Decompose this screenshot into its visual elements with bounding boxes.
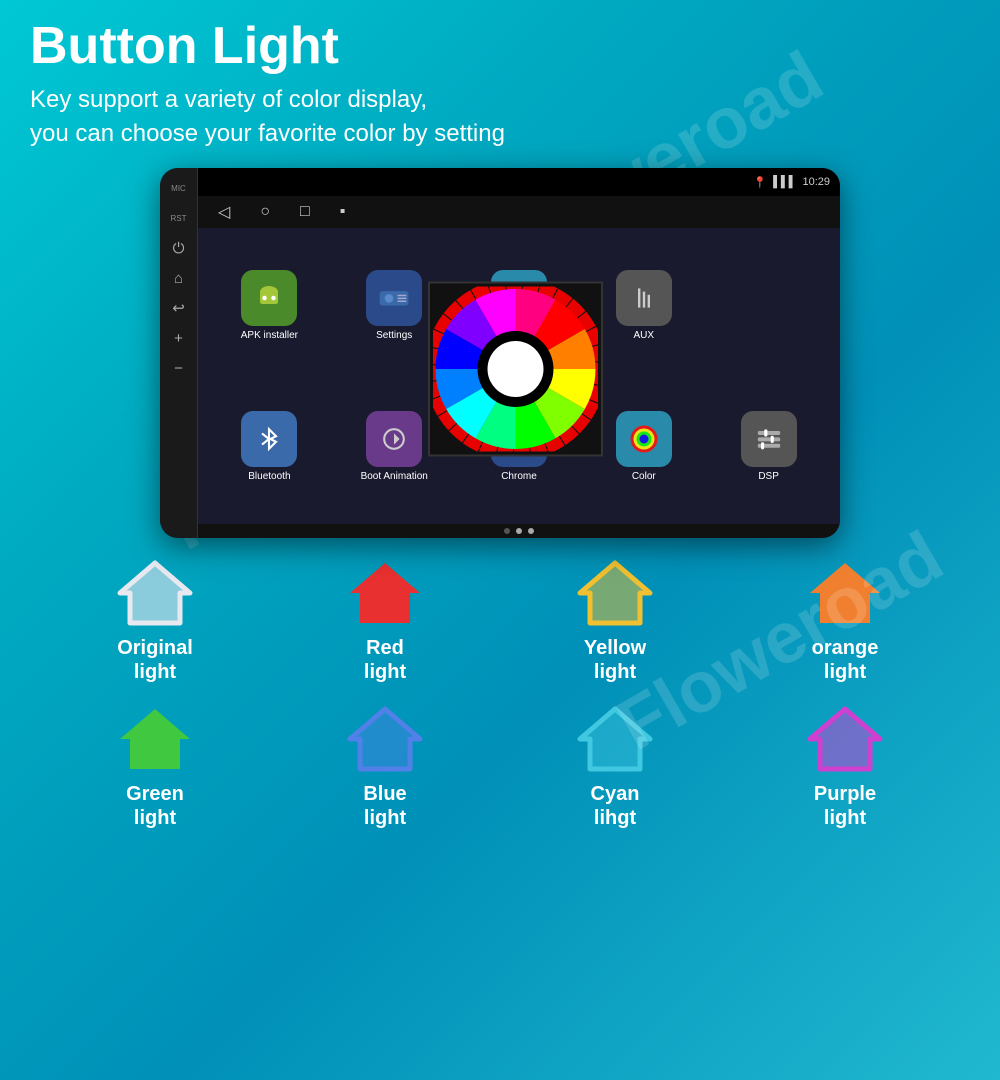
house-icon-yellow [575,558,655,628]
lights-section: Original light Redlight Yellowlight oran… [0,538,1000,840]
subtitle: Key support a variety of color display, … [30,83,970,150]
power-button[interactable]: ⏻ [169,238,189,258]
page-dots [198,524,840,538]
bluetooth-icon [241,411,297,467]
settings-label: Settings [376,330,412,341]
dot-3 [528,528,534,534]
chrome-label: Chrome [501,471,537,482]
light-original: Original light [40,558,270,684]
light-cyan: Cyanlihgt [500,704,730,830]
mic-label: MIC [169,178,189,198]
status-right: 📍 ▌▌▌ 10:29 [753,176,830,189]
original-light-label: Original light [117,636,193,684]
orange-light-label: orangelight [812,636,879,684]
screen: 📍 ▌▌▌ 10:29 ◁ ○ □ ▪ APK install [198,168,840,538]
house-icon-orange [805,558,885,628]
house-icon-green [115,704,195,774]
app-grid: APK installer Settings 360° 360° View [198,228,840,524]
signal-icon: ▌▌▌ [773,176,796,188]
cyan-light-label: Cyanlihgt [591,782,640,830]
nav-bar: ◁ ○ □ ▪ [198,196,840,228]
green-light-label: Greenlight [126,782,184,830]
settings-icon [366,270,422,326]
subtitle-line2: you can choose your favorite color by se… [30,120,505,147]
dot-2 [516,528,522,534]
house-icon-cyan [575,704,655,774]
light-purple: Purplelight [730,704,960,830]
bluetooth-label: Bluetooth [248,471,290,482]
house-icon-red [345,558,425,628]
light-yellow: Yellowlight [500,558,730,684]
color-wheel-overlay[interactable] [428,282,603,457]
boot-animation-icon [366,411,422,467]
recents-nav-icon[interactable]: □ [300,203,310,221]
light-blue: Bluelight [270,704,500,830]
home-nav-icon[interactable]: ○ [260,203,270,221]
boot-animation-label: Boot Animation [361,471,428,482]
light-green: Greenlight [40,704,270,830]
device-container: MIC RST ⏻ ⌂ ↩ + − 📍 ▌▌▌ 10:29 ◁ ○ □ [0,168,1000,538]
house-icon-original [115,558,195,628]
location-icon: 📍 [753,176,767,189]
color-icon [616,411,672,467]
app-empty [709,238,828,373]
light-red: Redlight [270,558,500,684]
page-title: Button Light [30,18,970,75]
app-dsp[interactable]: DSP [709,379,828,514]
status-bar: 📍 ▌▌▌ 10:29 [198,168,840,196]
rst-label: RST [169,208,189,228]
back-button[interactable]: ↩ [169,298,189,318]
vol-down-button[interactable]: − [169,358,189,378]
app-apk-installer[interactable]: APK installer [210,238,329,373]
subtitle-line1: Key support a variety of color display, [30,86,427,113]
time-display: 10:29 [802,176,830,188]
dsp-label: DSP [758,471,779,482]
blue-light-label: Bluelight [363,782,406,830]
header: Button Light Key support a variety of co… [0,0,1000,158]
yellow-light-label: Yellowlight [584,636,646,684]
purple-light-label: Purplelight [814,782,876,830]
red-light-label: Redlight [364,636,406,684]
house-icon-blue [345,704,425,774]
house-icon-purple [805,704,885,774]
home-button[interactable]: ⌂ [169,268,189,288]
aux-icon [616,270,672,326]
vol-up-button[interactable]: + [169,328,189,348]
car-radio-device: MIC RST ⏻ ⌂ ↩ + − 📍 ▌▌▌ 10:29 ◁ ○ □ [160,168,840,538]
app-bluetooth[interactable]: Bluetooth [210,379,329,514]
side-buttons-panel: MIC RST ⏻ ⌂ ↩ + − [160,168,198,538]
aux-label: AUX [634,330,655,341]
light-orange: orangelight [730,558,960,684]
dot-1 [504,528,510,534]
color-label: Color [632,471,656,482]
back-nav-icon[interactable]: ◁ [218,202,230,222]
dsp-icon [741,411,797,467]
menu-nav-icon[interactable]: ▪ [340,203,346,221]
apk-installer-label: APK installer [241,330,298,341]
apk-installer-icon [241,270,297,326]
